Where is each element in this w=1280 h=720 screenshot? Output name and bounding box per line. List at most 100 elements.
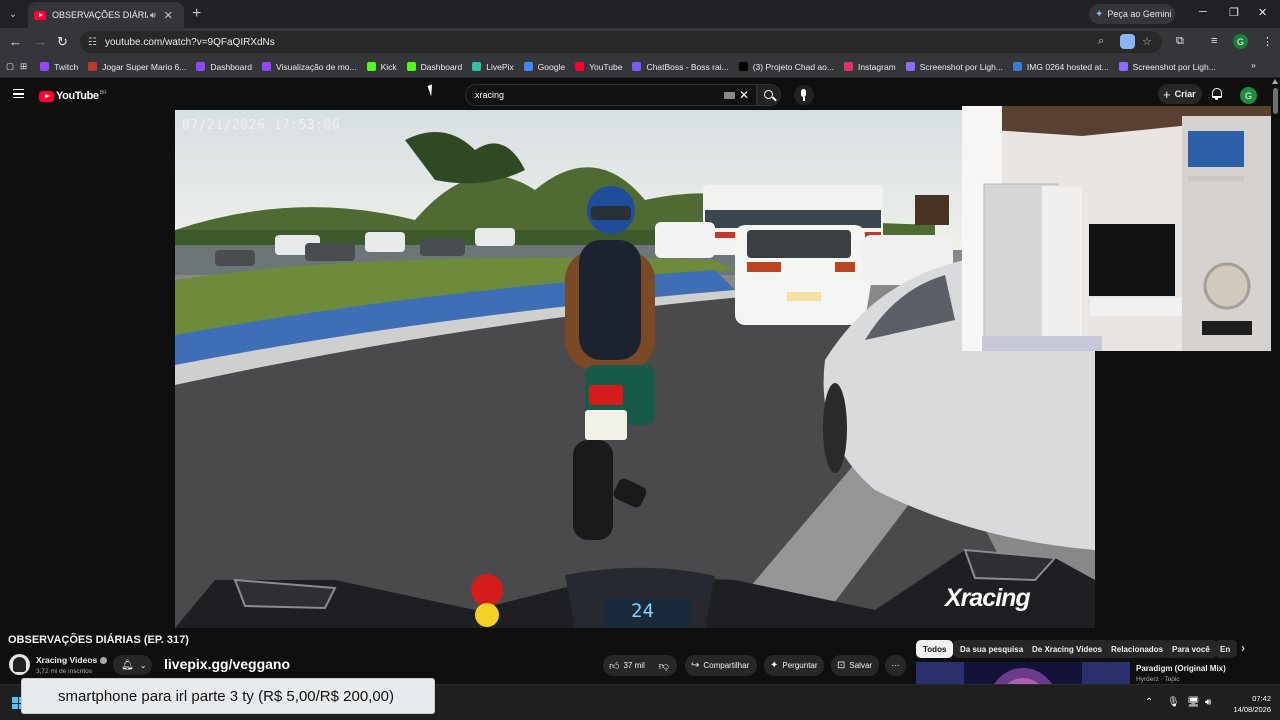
bookmark-item[interactable]: (3) Projeto Chad ao...: [734, 56, 839, 78]
apps-icon[interactable]: ▢: [0, 56, 18, 78]
grid-icon[interactable]: ⊞: [18, 56, 35, 78]
minimize-icon[interactable]: ─: [1199, 6, 1207, 18]
channel-avatar[interactable]: [9, 654, 30, 675]
keyboard-icon[interactable]: [724, 92, 735, 99]
tray-chevron-icon[interactable]: ⌃: [1145, 697, 1153, 708]
active-tab[interactable]: OBSERVAÇÕES DIÁRIAS (EP. 🔊︎ ✕: [28, 2, 184, 28]
create-button[interactable]: + Criar: [1158, 84, 1202, 104]
bookmark-item[interactable]: Twitch: [35, 56, 83, 78]
media-control-icon[interactable]: ≡: [1211, 35, 1217, 47]
speaker-icon[interactable]: 🔊︎: [150, 10, 156, 21]
bookmark-favicon-icon: [88, 62, 98, 71]
page-scrollbar[interactable]: [1271, 78, 1280, 720]
channel-name[interactable]: Xracing Videos: [36, 655, 108, 665]
tab-search-icon[interactable]: ⌄: [4, 5, 22, 23]
filter-chip[interactable]: Todos: [916, 640, 954, 658]
bookmarks-bar: ▢ ⊞ Twitch Jogar Super Mario 6... Dashboar…: [0, 56, 1280, 78]
ask-label: Perguntar: [782, 661, 818, 670]
browser-menu-icon[interactable]: ⋮: [1262, 35, 1273, 48]
scroll-thumb[interactable]: [1273, 88, 1278, 114]
bookmark-label: Kick: [380, 61, 397, 72]
forward-icon[interactable]: →: [34, 34, 47, 49]
bell-icon: 🔔︎: [121, 659, 134, 671]
filter-chip[interactable]: Da sua pesquisa: [953, 640, 1031, 658]
menu-icon[interactable]: [13, 89, 24, 98]
bookmark-favicon-icon: [1118, 62, 1128, 71]
window-close-icon[interactable]: ✕: [1258, 6, 1267, 19]
bookmark-item[interactable]: ChatBoss - Boss rai...: [627, 56, 733, 78]
bookmark-item[interactable]: IMG 0264 hosted at...: [1008, 56, 1114, 78]
search-box[interactable]: xracing ✕: [465, 84, 757, 106]
bookmark-favicon-icon: [196, 62, 206, 71]
bookmark-item[interactable]: YouTube: [570, 56, 627, 78]
like-count[interactable]: 37 mil: [623, 661, 644, 670]
related-video-title[interactable]: Paradigm (Original Mix): [1136, 664, 1226, 673]
address-bar[interactable]: ☷ youtube.com/watch?v=9QFaQIRXdNs ⌕ ☆: [80, 31, 1162, 53]
bookmark-favicon-icon: [843, 62, 853, 71]
bookmark-label: YouTube: [589, 61, 623, 72]
search-input[interactable]: xracing: [475, 90, 504, 100]
back-icon[interactable]: ←: [9, 34, 22, 49]
bookmark-item[interactable]: Screenshot por Ligh...: [901, 56, 1008, 78]
ask-button[interactable]: ✦ Perguntar: [764, 655, 824, 676]
cast-extension-icon[interactable]: [1120, 34, 1135, 52]
video-player[interactable]: 07/21/2026 17:53:06 24 Xracing: [175, 110, 1095, 628]
bookmark-favicon-icon: [261, 62, 271, 71]
notifications-icon[interactable]: [1212, 88, 1222, 100]
bookmark-item[interactable]: Google: [519, 56, 570, 78]
extensions-icon[interactable]: ⧉: [1176, 35, 1184, 48]
clock-date: 14/08/2026: [1233, 705, 1271, 714]
network-tray-icon[interactable]: 🖥︎: [1187, 697, 1200, 708]
search-button[interactable]: [757, 84, 781, 106]
share-label: Compartilhar: [703, 661, 750, 670]
voice-search-icon[interactable]: [794, 85, 814, 105]
bookmark-item[interactable]: Dashboard: [402, 56, 468, 78]
share-button[interactable]: ↪ Compartilhar: [685, 655, 757, 676]
restore-icon[interactable]: ❐: [1229, 6, 1239, 19]
filter-chip[interactable]: En: [1215, 640, 1237, 658]
bookmark-item[interactable]: Instagram: [839, 56, 901, 78]
bookmark-item[interactable]: Dashboard: [191, 56, 257, 78]
share-icon: ↪: [691, 660, 700, 671]
dislike-icon[interactable]: 👎︎: [659, 660, 669, 672]
bookmark-star-icon[interactable]: ☆: [1142, 35, 1152, 48]
country-code: BR: [99, 90, 107, 96]
system-clock[interactable]: 07:42 14/08/2026: [1225, 693, 1271, 715]
more-icon: ⋯: [891, 661, 900, 670]
gemini-label: Peça ao Gemini: [1107, 9, 1172, 19]
microphone-tray-icon[interactable]: 🎙︎: [1167, 697, 1180, 708]
new-tab-icon[interactable]: +: [192, 5, 201, 23]
save-button[interactable]: ⊡ Salvar: [831, 655, 879, 676]
bookmark-item[interactable]: Kick: [362, 56, 402, 78]
gemini-button[interactable]: ✦ Peça ao Gemini: [1089, 4, 1175, 24]
bookmark-item[interactable]: Jogar Super Mario 6...: [83, 56, 191, 78]
filter-chip[interactable]: Relacionados: [1104, 640, 1171, 658]
profile-avatar[interactable]: G: [1233, 34, 1248, 49]
save-label: Salvar: [849, 661, 873, 670]
scroll-up-icon[interactable]: [1272, 79, 1278, 84]
reload-icon[interactable]: ↻: [57, 34, 68, 50]
chips-next-icon[interactable]: ›: [1241, 641, 1245, 655]
account-avatar[interactable]: G: [1240, 87, 1257, 104]
youtube-page: YouTube BR xracing ✕ + Criar G 07/21/202…: [0, 78, 1280, 720]
video-timestamp-overlay: 07/21/2026 17:53:06: [182, 118, 341, 133]
more-bookmarks-icon[interactable]: »: [1251, 60, 1256, 70]
zoom-icon[interactable]: ⌕: [1098, 35, 1104, 48]
video-frame: [175, 110, 1095, 628]
filter-chip[interactable]: Para você: [1165, 640, 1217, 658]
bookmark-item[interactable]: Screenshot por Ligh...: [1114, 56, 1221, 78]
like-icon[interactable]: 👍︎: [609, 660, 619, 672]
search-icon: [764, 90, 773, 99]
volume-tray-icon[interactable]: 🔊︎: [1205, 697, 1211, 708]
subscribed-bell-button[interactable]: 🔔︎ ⌄: [113, 655, 152, 675]
filter-chip[interactable]: De Xracing Videos: [1025, 640, 1110, 658]
site-info-icon[interactable]: ☷: [88, 37, 97, 48]
clear-search-icon[interactable]: ✕: [739, 88, 749, 102]
bookmark-item[interactable]: Visualização de mo...: [257, 56, 362, 78]
bookmark-label: Screenshot por Ligh...: [1132, 61, 1216, 72]
close-tab-icon[interactable]: ✕: [164, 9, 173, 22]
subscriber-count: 3,72 mi de inscritos: [36, 668, 92, 675]
youtube-logo[interactable]: YouTube BR: [39, 90, 107, 102]
bookmark-item[interactable]: LivePix: [467, 56, 518, 78]
more-actions-button[interactable]: ⋯: [885, 655, 906, 676]
